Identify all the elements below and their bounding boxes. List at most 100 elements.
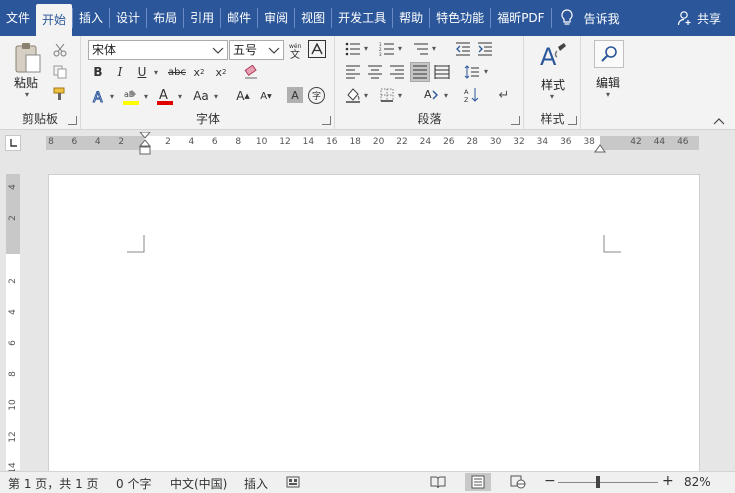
tab-mailings[interactable]: 邮件 [221, 0, 257, 36]
tab-help[interactable]: 帮助 [393, 0, 429, 36]
highlight-icon[interactable]: ab [122, 86, 140, 106]
distributed-icon[interactable] [433, 63, 451, 81]
change-case-dropdown-arrow[interactable]: ▾ [214, 92, 218, 101]
tab-file[interactable]: 文件 [0, 0, 36, 36]
increase-indent-icon[interactable] [476, 40, 494, 58]
character-shading-icon[interactable]: A [287, 87, 303, 103]
styles-dropdown-arrow[interactable]: ▾ [550, 92, 554, 101]
show-formatting-marks-icon[interactable]: ↵ [496, 87, 512, 103]
font-dialog-launcher[interactable] [322, 116, 331, 125]
chevron-down-icon[interactable] [268, 44, 280, 56]
grow-font-icon[interactable]: A ▲ [234, 87, 252, 105]
line-spacing-dropdown-arrow[interactable]: ▾ [484, 67, 488, 76]
font-color-icon[interactable]: A [156, 86, 174, 106]
clear-formatting-icon[interactable] [242, 64, 260, 80]
font-size-combo[interactable]: 五号 [229, 40, 284, 60]
tab-home[interactable]: 开始 [36, 4, 73, 36]
document-page[interactable] [48, 174, 700, 474]
tab-features[interactable]: 特色功能 [430, 0, 490, 36]
insert-mode[interactable]: 插入 [244, 475, 268, 492]
format-painter-icon[interactable] [52, 86, 68, 102]
align-right-icon[interactable] [388, 63, 406, 81]
tab-foxit-pdf[interactable]: 福昕PDF [491, 0, 550, 36]
tab-layout[interactable]: 布局 [147, 0, 183, 36]
underline-dropdown-arrow[interactable]: ▾ [154, 68, 158, 77]
zoom-slider-track[interactable] [558, 482, 658, 483]
clipboard-dialog-launcher[interactable] [68, 116, 77, 125]
tab-design[interactable]: 设计 [110, 0, 146, 36]
styles-gallery-icon[interactable]: A [537, 40, 569, 74]
tab-selector[interactable] [5, 135, 21, 151]
zoom-out-button[interactable]: − [544, 473, 556, 489]
macro-recording-icon[interactable] [286, 475, 300, 489]
tab-review[interactable]: 审阅 [258, 0, 294, 36]
cut-icon[interactable] [52, 42, 68, 58]
styles-dialog-launcher[interactable] [568, 116, 577, 125]
editing-button-label[interactable]: 编辑 [596, 74, 620, 91]
chevron-down-icon[interactable] [212, 44, 224, 56]
tab-view[interactable]: 视图 [295, 0, 331, 36]
bullets-dropdown-arrow[interactable]: ▾ [364, 44, 368, 53]
collapse-ribbon-icon[interactable] [713, 117, 725, 125]
change-case-icon[interactable]: Aa [190, 87, 212, 105]
highlight-dropdown-arrow[interactable]: ▾ [144, 92, 148, 101]
line-spacing-icon[interactable] [463, 63, 481, 81]
align-center-icon[interactable] [366, 63, 384, 81]
borders-icon[interactable] [378, 86, 396, 104]
numbering-icon[interactable]: 123 [378, 40, 396, 58]
font-color-dropdown-arrow[interactable]: ▾ [178, 92, 182, 101]
sort-icon[interactable]: AZ [463, 86, 481, 104]
justify-icon[interactable] [410, 62, 430, 82]
phonetic-guide-icon[interactable]: wén 文 [287, 40, 305, 60]
borders-dropdown-arrow[interactable]: ▾ [398, 91, 402, 100]
italic-icon[interactable]: I [112, 64, 128, 80]
strikethrough-icon[interactable]: abc [166, 64, 188, 80]
tab-insert[interactable]: 插入 [73, 0, 109, 36]
numbering-dropdown-arrow[interactable]: ▾ [398, 44, 402, 53]
enclose-characters-icon[interactable]: 字 [308, 87, 325, 104]
ruler-number: 28 [466, 137, 478, 147]
chinese-layout-icon[interactable]: A [422, 86, 442, 104]
multilevel-list-icon[interactable] [412, 40, 430, 58]
align-left-icon[interactable] [344, 63, 362, 81]
superscript-icon[interactable]: x2 [212, 64, 230, 80]
shrink-font-icon[interactable]: A ▼ [257, 87, 275, 105]
zoom-level[interactable]: 82% [684, 475, 711, 489]
font-name-combo[interactable]: 宋体 [88, 40, 228, 60]
styles-button-label[interactable]: 样式 [541, 76, 565, 93]
tab-developer[interactable]: 开发工具 [332, 0, 392, 36]
shading-icon[interactable] [344, 86, 362, 104]
read-mode-icon[interactable] [430, 475, 446, 489]
copy-icon[interactable] [52, 64, 68, 80]
vertical-ruler[interactable]: 4 2 2 4 6 8 10 12 14 [6, 174, 20, 474]
editing-dropdown-arrow[interactable]: ▾ [606, 90, 610, 99]
print-layout-button[interactable] [465, 473, 491, 491]
shading-dropdown-arrow[interactable]: ▾ [364, 91, 368, 100]
text-effects-dropdown-arrow[interactable]: ▾ [110, 92, 114, 101]
word-count[interactable]: 0 个字 [116, 475, 151, 492]
paste-dropdown-arrow[interactable]: ▾ [25, 90, 29, 99]
zoom-in-button[interactable]: + [662, 473, 674, 489]
decrease-indent-icon[interactable] [454, 40, 472, 58]
multilevel-list-dropdown-arrow[interactable]: ▾ [432, 44, 436, 53]
page-count[interactable]: 第 1 页，共 1 页 [8, 475, 99, 492]
subscript-icon[interactable]: x2 [190, 64, 208, 80]
paragraph-dialog-launcher[interactable] [511, 116, 520, 125]
right-indent-marker-icon[interactable] [593, 142, 607, 154]
character-border-icon[interactable] [308, 40, 326, 58]
chinese-layout-dropdown-arrow[interactable]: ▾ [444, 91, 448, 100]
search-icon[interactable] [594, 40, 624, 68]
underline-icon[interactable]: U [134, 64, 150, 80]
web-layout-icon[interactable] [510, 475, 526, 489]
bold-icon[interactable]: B [90, 64, 106, 80]
bullets-icon[interactable] [344, 40, 362, 58]
zoom-slider-thumb[interactable] [596, 476, 600, 488]
tell-me-box[interactable]: 告诉我 [560, 9, 620, 27]
tab-references[interactable]: 引用 [184, 0, 220, 36]
ruler-number: 12 [279, 137, 291, 147]
language[interactable]: 中文(中国) [170, 475, 227, 492]
text-effects-icon[interactable]: A [90, 87, 108, 105]
paste-icon[interactable] [10, 40, 46, 76]
paste-label[interactable]: 粘贴 [14, 74, 38, 91]
share-button[interactable]: 共享 [677, 10, 721, 27]
